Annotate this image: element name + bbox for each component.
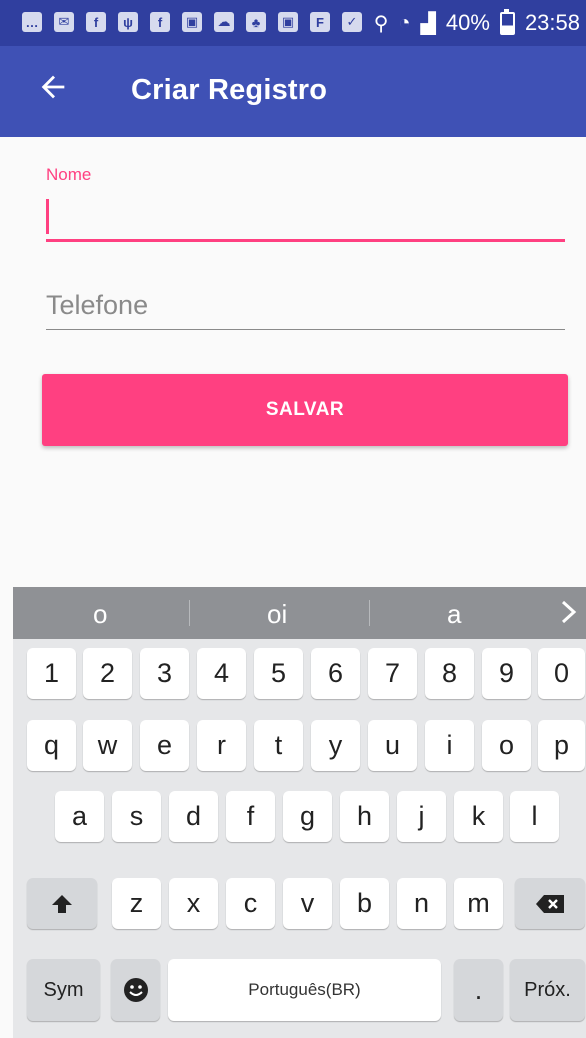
key-9[interactable]: 9 (482, 648, 531, 699)
gallery-icon: ▣ (182, 12, 202, 32)
key-v[interactable]: v (283, 878, 332, 929)
key-n[interactable]: n (397, 878, 446, 929)
space-key[interactable]: Português(BR) (168, 959, 441, 1021)
emoji-key[interactable] (111, 959, 160, 1021)
soft-keyboard: o oi a 1 2 3 4 5 6 7 8 9 0 q w e r t y u… (13, 587, 586, 1038)
name-field-underline[interactable] (46, 239, 565, 242)
signal-icon: ▟ (420, 12, 436, 35)
suggestion-bar: o oi a (13, 587, 586, 639)
key-o[interactable]: o (482, 720, 531, 771)
next-key[interactable]: Próx. (510, 959, 585, 1021)
suggestion-divider (189, 600, 190, 626)
key-k[interactable]: k (454, 791, 503, 842)
sym-key[interactable]: Sym (27, 959, 100, 1021)
chat-icon: … (22, 12, 42, 32)
phone-field-underline[interactable] (46, 329, 565, 330)
key-p[interactable]: p (538, 720, 585, 771)
location-icon: ⚲ (373, 12, 389, 35)
key-8[interactable]: 8 (425, 648, 474, 699)
page-title: Criar Registro (131, 74, 328, 106)
facebook-icon: f (150, 12, 170, 32)
key-f[interactable]: f (226, 791, 275, 842)
notification-icons: … ✉ f ψ f ▣ ☁ ♣ ▣ F ✓ (22, 12, 362, 32)
back-arrow-icon[interactable] (36, 70, 70, 104)
key-h[interactable]: h (340, 791, 389, 842)
key-t[interactable]: t (254, 720, 303, 771)
chevron-right-icon[interactable] (560, 599, 578, 625)
backspace-key[interactable] (515, 878, 585, 929)
key-a[interactable]: a (55, 791, 104, 842)
cloud-icon: ☁ (214, 12, 234, 32)
key-b[interactable]: b (340, 878, 389, 929)
phone-field[interactable]: Telefone (46, 290, 148, 321)
inbox-icon: ✓ (342, 12, 362, 32)
key-z[interactable]: z (112, 878, 161, 929)
period-key[interactable]: . (454, 959, 503, 1021)
key-l[interactable]: l (510, 791, 559, 842)
key-i[interactable]: i (425, 720, 474, 771)
key-y[interactable]: y (311, 720, 360, 771)
usb-icon: ψ (118, 12, 138, 32)
wifi-icon: ◔ (398, 11, 411, 34)
key-q[interactable]: q (27, 720, 76, 771)
name-field-label: Nome (46, 165, 92, 184)
key-x[interactable]: x (169, 878, 218, 929)
facebook-icon: f (86, 12, 106, 32)
suggestion-item[interactable]: oi (267, 599, 287, 630)
key-j[interactable]: j (397, 791, 446, 842)
key-2[interactable]: 2 (83, 648, 132, 699)
gallery-icon: ▣ (278, 12, 298, 32)
battery-percent: 40% (445, 10, 490, 35)
key-1[interactable]: 1 (27, 648, 76, 699)
key-s[interactable]: s (112, 791, 161, 842)
save-button[interactable]: SALVAR (42, 374, 568, 446)
suggestion-item[interactable]: o (93, 599, 107, 630)
key-6[interactable]: 6 (311, 648, 360, 699)
status-bar: … ✉ f ψ f ▣ ☁ ♣ ▣ F ✓ ⚲ ◔ ▟ 40% 23:58 (0, 0, 586, 46)
key-g[interactable]: g (283, 791, 332, 842)
key-5[interactable]: 5 (254, 648, 303, 699)
suggestion-item[interactable]: a (447, 599, 461, 630)
key-4[interactable]: 4 (197, 648, 246, 699)
emoji-icon (123, 978, 148, 1002)
key-m[interactable]: m (454, 878, 503, 929)
tree-icon: ♣ (246, 12, 266, 32)
shift-arrow-icon (52, 894, 72, 913)
name-field[interactable] (46, 199, 49, 234)
status-right: ⚲ ◔ ▟ 40% 23:58 (373, 8, 580, 36)
key-d[interactable]: d (169, 791, 218, 842)
flipboard-icon: F (310, 12, 330, 32)
clock: 23:58 (524, 10, 580, 35)
key-c[interactable]: c (226, 878, 275, 929)
backspace-icon (536, 894, 564, 913)
app-bar: Criar Registro (0, 46, 586, 137)
key-7[interactable]: 7 (368, 648, 417, 699)
key-r[interactable]: r (197, 720, 246, 771)
key-0[interactable]: 0 (538, 648, 585, 699)
key-3[interactable]: 3 (140, 648, 189, 699)
key-w[interactable]: w (83, 720, 132, 771)
mail-icon: ✉ (54, 12, 74, 32)
suggestion-divider (369, 600, 370, 626)
shift-key[interactable] (27, 878, 97, 929)
key-e[interactable]: e (140, 720, 189, 771)
key-u[interactable]: u (368, 720, 417, 771)
battery-icon (499, 8, 515, 35)
